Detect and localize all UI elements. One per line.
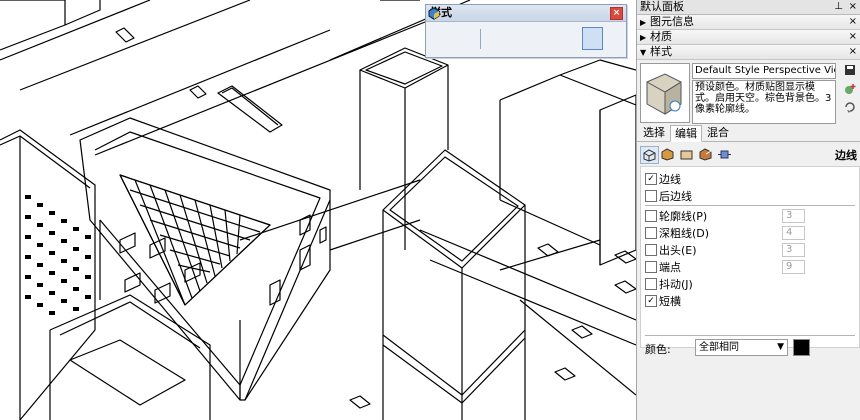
profiles-width-field[interactable]: 3 xyxy=(782,209,805,223)
dashes-checkbox[interactable] xyxy=(645,295,657,307)
styles-toolbar[interactable]: 样式 × xyxy=(425,4,627,58)
back-edges-option[interactable]: 后边线 xyxy=(645,189,692,203)
edge-color-row: 颜色: 全部相同 ▼ xyxy=(645,339,857,357)
edit-settings-icons xyxy=(640,145,858,164)
back-edges-checkbox[interactable] xyxy=(645,190,657,202)
edge-settings-title: 边线 xyxy=(835,149,857,162)
update-style-icon[interactable] xyxy=(843,100,857,114)
entity-info-section-header[interactable]: ▶ 图元信息 × xyxy=(637,15,860,30)
edge-settings-panel: 边线 后边线 轮廓线(P) 3 深粗线(D) 4 出头(E) 3 端点 9 抖动… xyxy=(640,166,860,348)
materials-section-header[interactable]: ▶ 材质 × xyxy=(637,30,860,45)
style-info: Default Style Perspective View2 预设颜色。材质贴… xyxy=(637,60,860,126)
style-thumbnail[interactable] xyxy=(640,63,690,123)
create-style-icon[interactable] xyxy=(843,82,857,96)
profiles-label: 轮廓线(P) xyxy=(659,210,708,223)
extension-option[interactable]: 出头(E) xyxy=(645,243,697,257)
expand-arrow-icon: ▶ xyxy=(640,33,647,42)
endpoints-field[interactable]: 9 xyxy=(782,260,805,274)
back-edges-label: 后边线 xyxy=(659,190,692,203)
close-icon[interactable]: × xyxy=(849,15,857,29)
watermark-settings-icon[interactable] xyxy=(697,146,714,162)
divider xyxy=(645,205,855,206)
modeling-settings-icon[interactable] xyxy=(716,146,733,162)
profiles-option[interactable]: 轮廓线(P) xyxy=(645,209,707,223)
color-label: 颜色: xyxy=(645,343,671,356)
styles-label: 样式 xyxy=(650,45,672,58)
divider xyxy=(645,335,855,336)
hidden-line-style-icon[interactable] xyxy=(428,7,531,50)
extension-label: 出头(E) xyxy=(659,244,697,257)
materials-label: 材质 xyxy=(650,30,672,43)
monochrome-style-icon[interactable] xyxy=(428,7,603,50)
endpoints-option[interactable]: 端点 xyxy=(645,260,681,274)
jitter-checkbox[interactable] xyxy=(645,278,657,290)
depth-cue-field[interactable]: 4 xyxy=(782,226,805,240)
styles-section-header[interactable]: ▼ 样式 × xyxy=(637,45,860,60)
toolbar-separator xyxy=(480,28,481,49)
color-mode-value: 全部相同 xyxy=(699,342,739,353)
extension-field[interactable]: 3 xyxy=(782,243,805,257)
style-description-field[interactable]: 预设颜色。材质贴图显示模式。启用天空。棕色背景色。3 像素轮廓线。 xyxy=(692,80,836,124)
chevron-down-icon: ▼ xyxy=(777,342,784,352)
edge-color-swatch[interactable] xyxy=(793,339,810,356)
entity-info-label: 图元信息 xyxy=(650,15,694,28)
edge-settings-icon[interactable] xyxy=(640,146,659,164)
close-icon[interactable]: × xyxy=(849,30,857,44)
tab-mix[interactable]: 混合 xyxy=(704,125,732,140)
extension-checkbox[interactable] xyxy=(645,244,657,256)
city-model-drawing xyxy=(0,0,636,420)
face-settings-icon[interactable] xyxy=(659,146,676,162)
collapse-arrow-icon: ▼ xyxy=(640,48,647,57)
tab-edit[interactable]: 编辑 xyxy=(670,125,702,142)
tray-title-bar[interactable]: 默认面板 ⊥ × xyxy=(637,0,860,15)
shaded-style-icon[interactable] xyxy=(428,7,555,50)
depth-cue-option[interactable]: 深粗线(D) xyxy=(645,226,709,240)
close-icon[interactable]: × xyxy=(849,0,857,14)
xray-style-icon[interactable] xyxy=(428,7,451,50)
close-icon[interactable]: × xyxy=(610,7,623,20)
depth-cue-label: 深粗线(D) xyxy=(659,227,710,240)
styles-toolbar-title[interactable]: 样式 × xyxy=(426,5,626,22)
depth-cue-checkbox[interactable] xyxy=(645,227,657,239)
wireframe-style-icon[interactable] xyxy=(428,7,507,50)
jitter-option[interactable]: 抖动(J) xyxy=(645,277,693,291)
style-tabs: 选择 编辑 混合 xyxy=(637,125,860,142)
tray-title: 默认面板 xyxy=(640,0,684,13)
style-name-field[interactable]: Default Style Perspective View2 xyxy=(692,63,836,79)
default-tray[interactable]: 默认面板 ⊥ × ▶ 图元信息 × ▶ 材质 × ▼ 样式 × Default Sty… xyxy=(636,0,860,420)
background-settings-icon[interactable] xyxy=(678,146,695,162)
dashes-option[interactable]: 短横 xyxy=(645,294,681,308)
window-grid xyxy=(25,195,91,315)
save-style-icon[interactable] xyxy=(843,63,857,77)
endpoints-checkbox[interactable] xyxy=(645,261,657,273)
color-mode-select[interactable]: 全部相同 ▼ xyxy=(695,339,788,356)
edges-option[interactable]: 边线 xyxy=(645,172,681,186)
model-viewport[interactable]: 样式 × xyxy=(0,0,636,420)
dashes-label: 短横 xyxy=(659,295,681,308)
close-icon[interactable]: × xyxy=(849,45,857,59)
edges-checkbox[interactable] xyxy=(645,173,657,185)
pin-icon[interactable]: ⊥ xyxy=(834,0,843,14)
endpoints-label: 端点 xyxy=(659,261,681,274)
expand-arrow-icon: ▶ xyxy=(640,18,647,27)
textured-style-icon[interactable] xyxy=(428,7,579,50)
tab-select[interactable]: 选择 xyxy=(640,125,668,140)
profiles-checkbox[interactable] xyxy=(645,210,657,222)
jitter-label: 抖动(J) xyxy=(659,278,693,291)
backedges-style-icon[interactable] xyxy=(428,7,475,50)
edges-label: 边线 xyxy=(659,173,681,186)
